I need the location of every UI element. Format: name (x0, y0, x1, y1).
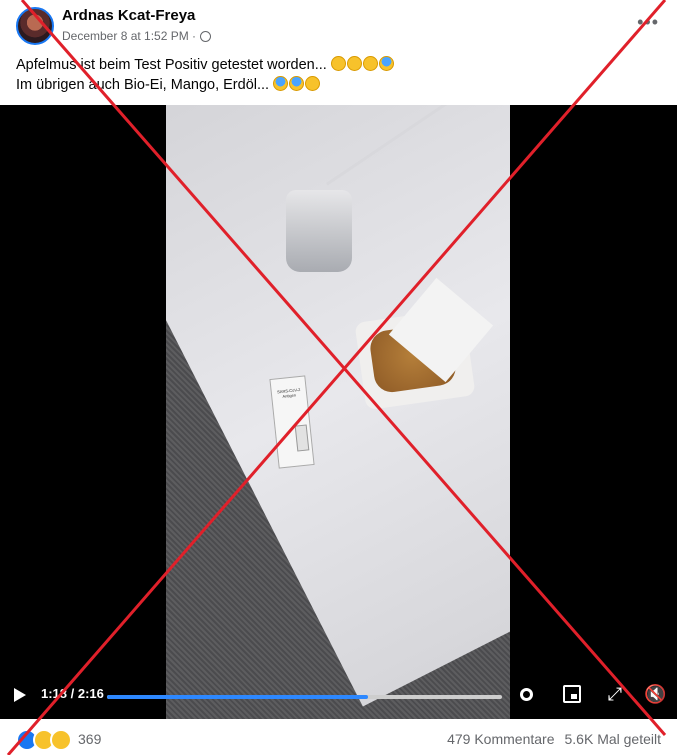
video-player[interactable]: SARS-CoV-2 Antigen 1:18 / 2:16 ⤢ 🔇 (0, 105, 677, 719)
author-name[interactable]: Ardnas Kcat-Freya (62, 7, 195, 24)
globe-icon (200, 30, 212, 42)
settings-gear-icon[interactable] (520, 688, 533, 701)
video-controls: 1:18 / 2:16 ⤢ 🔇 (0, 671, 677, 719)
post-meta: December 8 at 1:52 PM · (62, 29, 212, 43)
mute-icon[interactable]: 🔇 (644, 685, 666, 703)
laughing-emoji-icon (305, 76, 321, 91)
test-cassette-label: SARS-CoV-2 Antigen (276, 386, 301, 399)
post-text-line1: Apfelmus ist beim Test Positiv getestet … (16, 55, 395, 75)
test-result-window (294, 424, 310, 452)
post-text-line2: Im übrigen auch Bio-Ei, Mango, Erdöl... (16, 75, 395, 95)
timestamp[interactable]: December 8 at 1:52 PM · (62, 29, 196, 43)
shares-count[interactable]: 5.6K Mal geteilt (565, 731, 662, 747)
reaction-count[interactable]: 369 (78, 731, 101, 747)
comments-count[interactable]: 479 Kommentare (447, 731, 554, 747)
play-icon[interactable] (14, 688, 26, 702)
laughing-emoji-icon (362, 56, 378, 71)
picture-in-picture-icon[interactable] (563, 685, 581, 703)
reactions[interactable] (16, 729, 72, 751)
progress-bar[interactable] (107, 695, 502, 699)
progress-fill (107, 695, 368, 699)
glass-cup (286, 190, 352, 272)
fullscreen-icon[interactable]: ⤢ (606, 685, 624, 703)
laughing-emoji-icon (330, 56, 346, 71)
video-frame: SARS-CoV-2 Antigen (166, 105, 510, 719)
post-stats: 479 Kommentare 5.6K Mal geteilt (447, 731, 661, 747)
screaming-emoji-icon (273, 76, 289, 91)
laughing-emoji-icon (346, 56, 362, 71)
avatar[interactable] (16, 7, 54, 45)
post-footer: 369 479 Kommentare 5.6K Mal geteilt (0, 719, 677, 755)
screaming-emoji-icon (378, 56, 394, 71)
screaming-emoji-icon (289, 76, 305, 91)
video-time: 1:18 / 2:16 (41, 686, 104, 701)
more-options-icon[interactable]: ••• (637, 12, 659, 33)
post-header: Ardnas Kcat-Freya December 8 at 1:52 PM … (0, 0, 677, 50)
post-text: Apfelmus ist beim Test Positiv getestet … (16, 55, 395, 95)
wow-reaction-icon (50, 729, 72, 751)
